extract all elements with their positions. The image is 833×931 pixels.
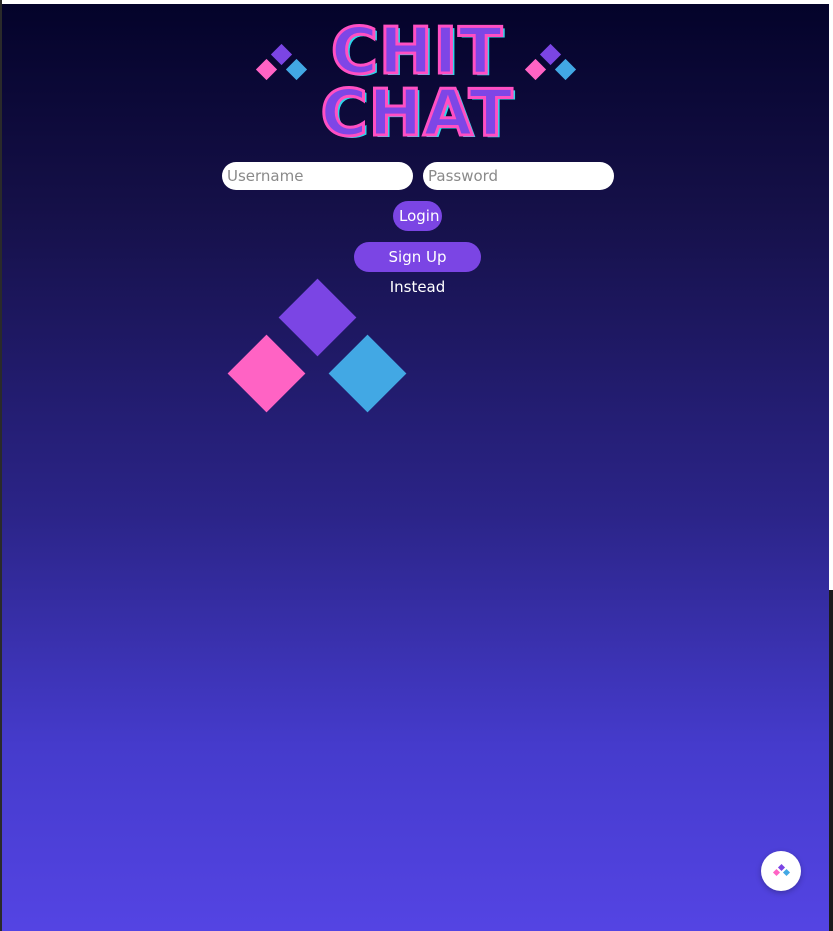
login-button[interactable]: Login — [393, 201, 442, 231]
hero-diamond-purple-icon — [278, 278, 357, 357]
diamond-blue-icon — [554, 58, 577, 81]
sign-up-instead-button[interactable]: Sign Up Instead — [354, 242, 481, 296]
fab-diamond-pink-icon — [772, 868, 781, 877]
hero-diamond-pink-icon — [227, 334, 306, 413]
floating-chat-button[interactable] — [761, 851, 801, 891]
diamond-pink-icon — [255, 58, 278, 81]
right-window-edge-dark — [829, 590, 833, 931]
chitchat-login-screen: CHIT CHAT Login Sign Up Instead — [2, 4, 829, 931]
credentials-row — [222, 162, 622, 192]
logo-text-chat: CHAT — [319, 77, 514, 151]
diamond-purple-icon — [539, 43, 562, 66]
chitchat-logo: CHIT CHAT — [252, 14, 582, 154]
hero-diamond-blue-icon — [328, 334, 407, 413]
right-window-edge — [829, 0, 833, 931]
password-input[interactable] — [423, 162, 614, 190]
browser-viewport: CHIT CHAT Login Sign Up Instead — [0, 0, 833, 931]
diamond-purple-icon — [270, 43, 293, 66]
username-input[interactable] — [222, 162, 413, 190]
fab-diamond-blue-icon — [782, 868, 791, 877]
logo-text-chit: CHIT — [330, 15, 504, 89]
